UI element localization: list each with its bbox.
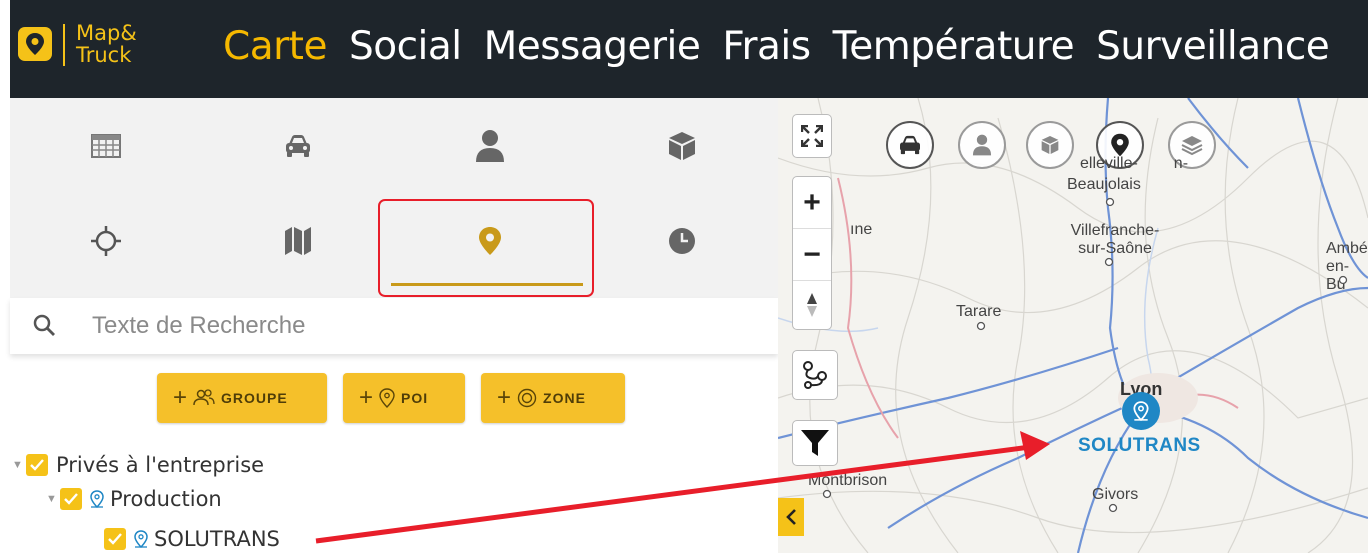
check-icon bbox=[30, 459, 44, 471]
map-icon bbox=[285, 226, 311, 255]
logo-text-line2: Truck bbox=[76, 43, 132, 67]
search-input[interactable] bbox=[92, 308, 742, 344]
search-bar bbox=[10, 298, 778, 354]
collapse-panel-button[interactable] bbox=[778, 498, 804, 536]
clock-icon bbox=[669, 227, 695, 254]
table-icon bbox=[91, 133, 121, 158]
cube-icon bbox=[669, 131, 695, 160]
nav-item-surveillance[interactable]: Surveillance bbox=[1096, 24, 1330, 70]
plus-glyph: + bbox=[359, 384, 374, 411]
fullscreen-icon bbox=[801, 125, 823, 147]
tab-vehicles[interactable] bbox=[202, 98, 394, 193]
checkbox-checked[interactable] bbox=[60, 488, 82, 510]
nav-item-carte[interactable]: Carte bbox=[223, 24, 327, 70]
pin-outline-icon bbox=[379, 388, 395, 408]
search-icon bbox=[33, 314, 55, 336]
add-buttons: + GROUPE + POI + ZONE bbox=[157, 373, 625, 423]
poi-marker-label[interactable]: SOLUTRANS bbox=[1078, 435, 1201, 457]
poi-marker-solutrans[interactable] bbox=[1122, 392, 1160, 430]
add-zone-button[interactable]: + ZONE bbox=[481, 373, 625, 423]
checkbox-checked[interactable] bbox=[104, 528, 126, 550]
tree-root-label: Privés à l'entreprise bbox=[56, 453, 265, 477]
tab-drivers[interactable] bbox=[394, 98, 586, 193]
top-navbar: Map& Truck Carte Social Messagerie Frais… bbox=[10, 0, 1368, 98]
tab-table[interactable] bbox=[10, 98, 202, 193]
checkbox-checked[interactable] bbox=[26, 454, 48, 476]
user-icon bbox=[476, 129, 504, 162]
main-nav: Carte Social Messagerie Frais Températur… bbox=[223, 24, 1351, 70]
check-icon bbox=[108, 533, 122, 545]
plus-glyph: + bbox=[173, 384, 188, 411]
tree-poi-label: SOLUTRANS bbox=[154, 527, 280, 551]
add-group-button[interactable]: + GROUPE bbox=[157, 373, 327, 423]
annotation-highlight-box bbox=[378, 199, 594, 297]
nav-item-temperature[interactable]: Température bbox=[833, 24, 1075, 70]
tab-objects[interactable] bbox=[586, 98, 778, 193]
compass-icon bbox=[807, 293, 817, 317]
pin-outline-icon bbox=[90, 490, 104, 508]
tree-group-label: Production bbox=[110, 487, 222, 511]
caret-down-icon[interactable]: ▼ bbox=[46, 493, 60, 505]
group-icon bbox=[193, 389, 215, 406]
left-panel: + GROUPE + POI + bbox=[10, 98, 778, 553]
tree-row-poi[interactable]: SOLUTRANS bbox=[104, 524, 280, 553]
route-tool-button[interactable] bbox=[792, 350, 838, 400]
panel-tab-grid bbox=[10, 98, 778, 298]
route-icon bbox=[803, 361, 827, 389]
plus-glyph: + bbox=[497, 384, 512, 411]
zone-icon bbox=[517, 388, 537, 408]
pin-outline-icon bbox=[134, 530, 148, 548]
tree-row-group[interactable]: ▼ Production bbox=[46, 484, 222, 514]
fullscreen-button[interactable] bbox=[792, 114, 832, 158]
add-zone-label: ZONE bbox=[543, 390, 586, 406]
nav-item-messagerie[interactable]: Messagerie bbox=[484, 24, 701, 70]
chevron-left-icon bbox=[786, 509, 796, 525]
tab-history[interactable] bbox=[586, 193, 778, 288]
app-root: Map& Truck Carte Social Messagerie Frais… bbox=[0, 0, 1368, 553]
funnel-icon bbox=[801, 430, 829, 456]
zoom-in-button[interactable]: + bbox=[793, 177, 831, 229]
add-group-label: GROUPE bbox=[221, 390, 288, 406]
nav-item-frais[interactable]: Frais bbox=[722, 24, 811, 70]
logo-text: Map& Truck bbox=[76, 22, 137, 66]
compass-button[interactable] bbox=[793, 281, 831, 329]
filter-button[interactable] bbox=[792, 420, 838, 466]
car-icon bbox=[286, 134, 310, 157]
tab-positions[interactable] bbox=[10, 193, 202, 288]
zoom-out-button[interactable]: − bbox=[793, 229, 831, 281]
nav-item-social[interactable]: Social bbox=[349, 24, 462, 70]
logo-divider bbox=[63, 24, 65, 66]
tree-row-root[interactable]: ▼ Privés à l'entreprise bbox=[12, 450, 264, 480]
crosshair-icon bbox=[91, 225, 121, 256]
add-poi-button[interactable]: + POI bbox=[343, 373, 465, 423]
logo-pin-icon[interactable] bbox=[18, 27, 52, 61]
pin-outline-icon bbox=[1133, 401, 1149, 421]
city-dots bbox=[822, 197, 1348, 513]
tab-maps[interactable] bbox=[202, 193, 394, 288]
check-icon bbox=[64, 493, 78, 505]
add-poi-label: POI bbox=[401, 390, 429, 406]
logo-text-line1: Map& bbox=[76, 21, 137, 45]
zoom-control: + − bbox=[792, 176, 832, 330]
map-view[interactable]: elleville-n- Beaujolais Villefranche- su… bbox=[778, 98, 1368, 553]
caret-down-icon[interactable]: ▼ bbox=[12, 459, 26, 471]
